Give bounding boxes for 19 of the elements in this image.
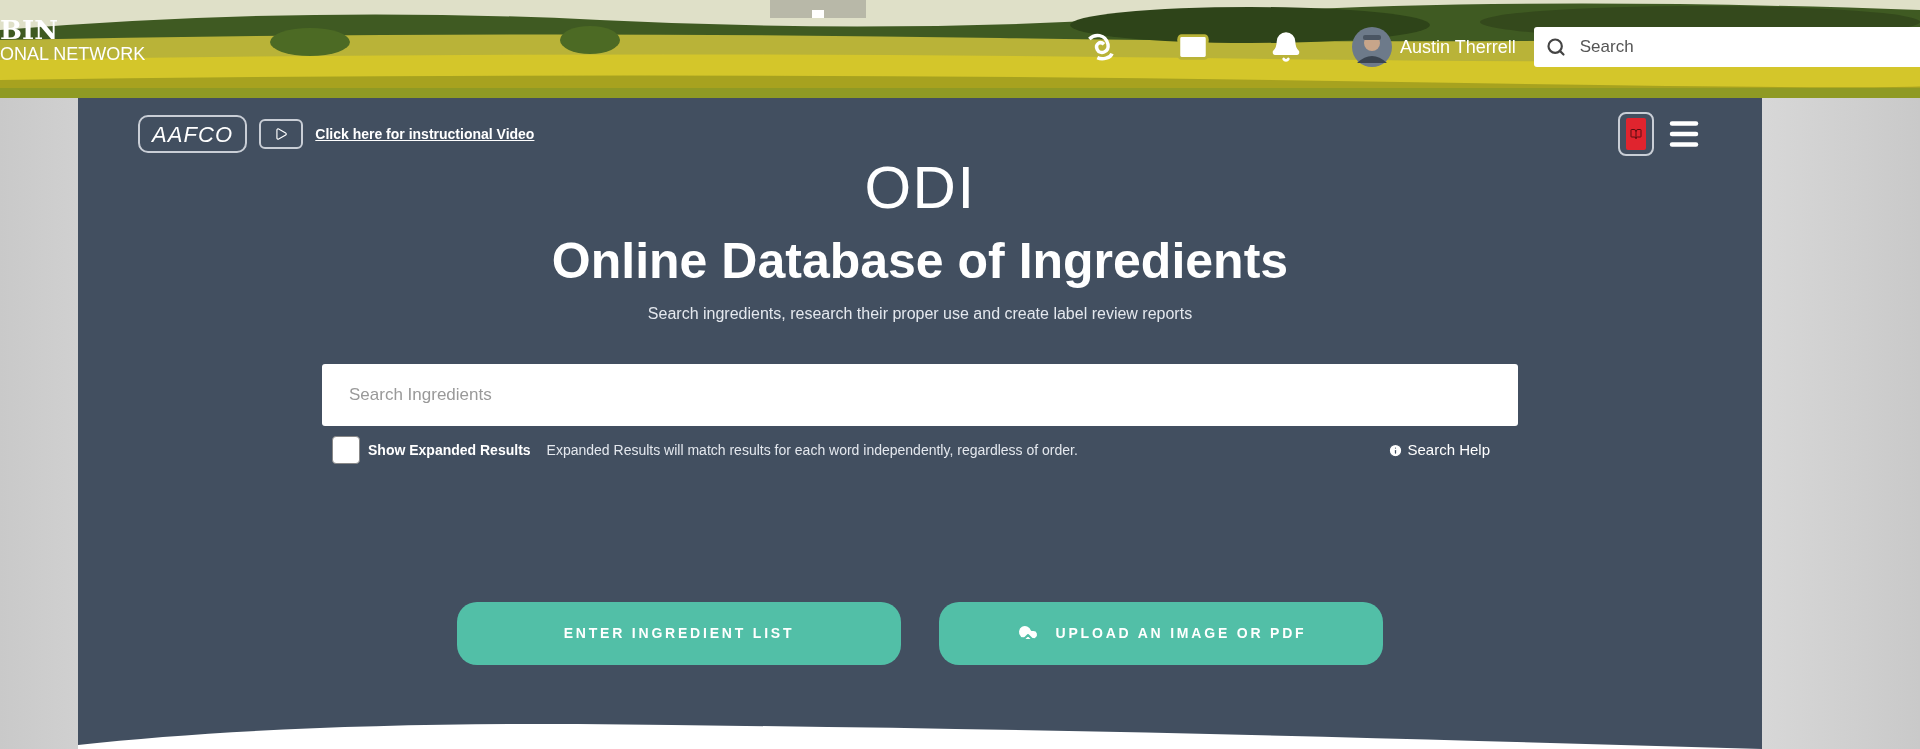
book-icon <box>1630 128 1642 140</box>
page-subtitle: Search ingredients, research their proper use and create label review reports <box>647 304 1193 324</box>
search-help-link[interactable]: Search Help <box>1388 438 1490 462</box>
play-icon[interactable] <box>259 119 304 149</box>
page-title: Online Database of Ingredients <box>551 236 1289 286</box>
info-icon <box>1388 442 1404 458</box>
brand-subtitle: ONAL NETWORK <box>0 42 146 66</box>
odi-acronym: ODI <box>864 158 976 218</box>
ingredient-search-field[interactable]: Search Ingredients <box>322 364 1518 426</box>
book-button[interactable] <box>1618 112 1654 156</box>
expanded-results-checkbox[interactable] <box>332 436 360 464</box>
search-field[interactable]: Search <box>1533 27 1920 67</box>
search-icon <box>1545 37 1566 57</box>
avatar[interactable] <box>1352 27 1392 67</box>
notification-icon[interactable] <box>1270 31 1302 63</box>
expanded-results-hint: Expanded Results will match results for each word independently, regardless of order. <box>546 440 1078 460</box>
aafco-logo[interactable]: AAFCO <box>138 115 248 153</box>
video-link[interactable]: Click here for instructional Video <box>315 123 535 145</box>
checkbox-label[interactable]: Show Expanded Results <box>368 439 531 461</box>
